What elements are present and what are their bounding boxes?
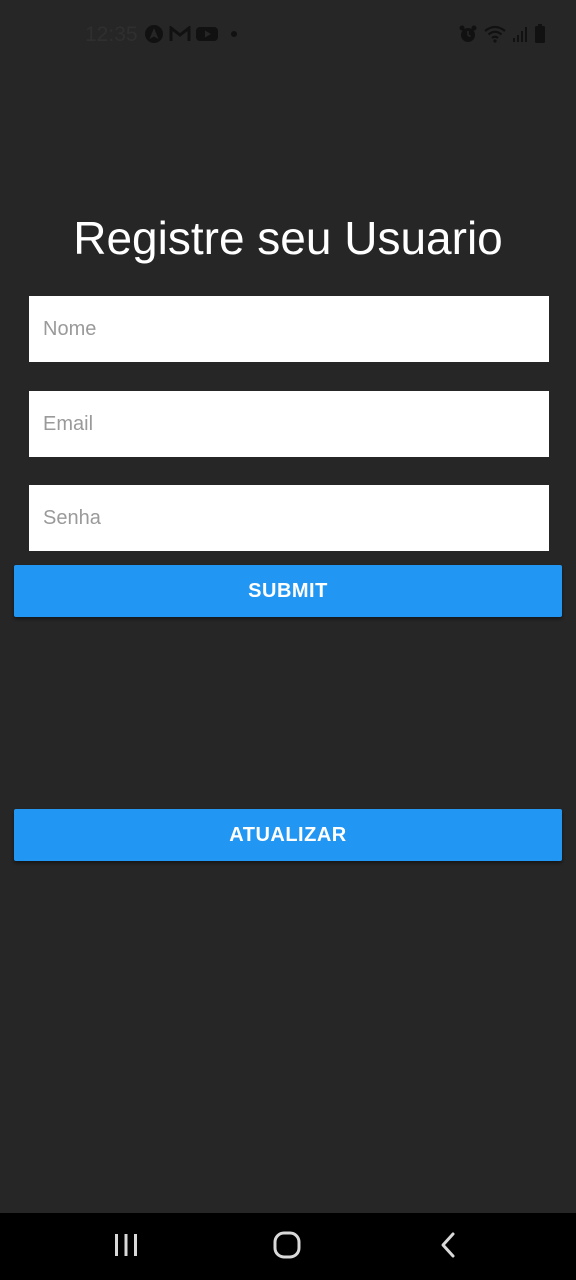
alarm-icon	[458, 24, 478, 49]
password-input[interactable]	[29, 485, 549, 551]
notification-icons	[144, 24, 239, 49]
dot-icon	[223, 26, 239, 47]
recent-apps-icon	[113, 1233, 139, 1262]
email-input[interactable]	[29, 391, 549, 457]
page-title: Registre seu Usuario	[73, 212, 503, 264]
update-button[interactable]: ATUALIZAR	[14, 809, 562, 861]
signal-icon	[512, 25, 528, 48]
system-icons	[458, 24, 546, 49]
back-icon	[438, 1231, 458, 1264]
home-icon	[273, 1231, 301, 1264]
navigation-bar	[0, 1213, 576, 1280]
battery-icon	[534, 24, 546, 49]
nav-arrow-app-icon	[144, 24, 164, 49]
submit-button[interactable]: SUBMIT	[14, 565, 562, 617]
wifi-icon	[484, 25, 506, 48]
youtube-icon	[196, 26, 218, 47]
back-button[interactable]	[426, 1229, 470, 1265]
home-button[interactable]	[265, 1229, 309, 1265]
status-bar: 12:35	[0, 0, 576, 70]
name-input[interactable]	[29, 296, 549, 362]
gmail-icon	[169, 24, 191, 47]
recent-apps-button[interactable]	[104, 1229, 148, 1265]
status-time: 12:35	[85, 23, 138, 46]
